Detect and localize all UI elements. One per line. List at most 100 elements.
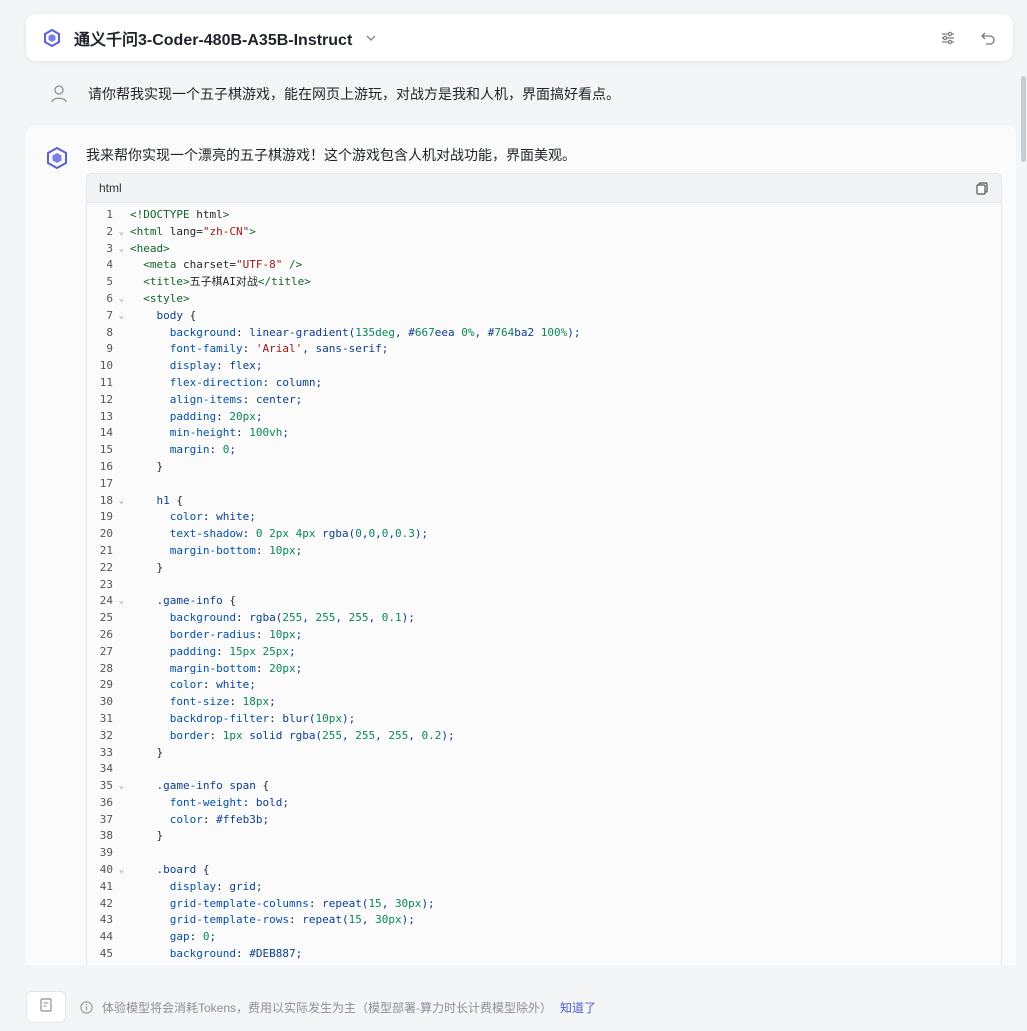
code-text: font-weight: bold; [169, 795, 289, 809]
fold-chevron-icon[interactable]: ⌄ [113, 291, 130, 308]
line-number: 6 [106, 291, 113, 305]
code-line: 26 border-radius: 10px; [87, 627, 1001, 644]
code-line: 25 background: rgba(255, 255, 255, 0.1); [87, 610, 1001, 627]
fold-gutter [113, 476, 130, 493]
code-line: 39 [87, 845, 1001, 862]
line-number: 9 [106, 342, 113, 356]
acknowledge-link[interactable]: 知道了 [560, 999, 596, 1016]
code-text: display: grid; [169, 879, 263, 893]
code-text: text-shadow: 0 2px 4px rgba(0,0,0,0.3); [169, 527, 429, 541]
chevron-down-icon[interactable] [364, 31, 378, 45]
code-line: 45 background: #DEB887; [87, 946, 1001, 963]
code-text: display: flex; [169, 359, 263, 373]
code-text: min-height: 100vh; [169, 426, 289, 440]
settings-sliders-icon[interactable] [939, 29, 957, 47]
line-number: 3 [106, 241, 113, 255]
undo-icon[interactable] [979, 29, 997, 47]
line-number: 23 [99, 577, 113, 591]
code-line: 7 ⌄ body { [87, 308, 1001, 325]
code-text: padding: 20px; [169, 409, 263, 423]
line-number: 19 [99, 510, 113, 524]
line-number: 14 [99, 426, 113, 440]
fold-gutter [113, 761, 130, 778]
code-text: h1 { [156, 493, 184, 507]
fold-gutter [113, 425, 130, 442]
code-text: margin: 0; [169, 443, 236, 457]
code-text: <html lang="zh-CN"> [130, 224, 256, 238]
line-number: 17 [99, 476, 113, 490]
code-line: 35 ⌄ .game-info span { [87, 778, 1001, 795]
code-text: } [130, 459, 164, 473]
line-number: 28 [99, 661, 113, 675]
code-text: .game-info { [156, 594, 236, 608]
fold-chevron-icon[interactable]: ⌄ [113, 778, 130, 795]
document-button[interactable] [26, 991, 66, 1023]
code-text: <title>五子棋AI对战</title> [143, 275, 311, 289]
scrollbar-track[interactable] [1019, 70, 1027, 970]
code-text: } [130, 560, 164, 574]
fold-gutter [113, 543, 130, 560]
line-number: 18 [99, 493, 113, 507]
fold-chevron-icon[interactable]: ⌄ [113, 308, 130, 325]
fold-gutter [113, 812, 130, 829]
code-line: 19 color: white; [87, 509, 1001, 526]
code-line: 3 ⌄ <head> [87, 241, 1001, 258]
header-actions [939, 29, 997, 47]
copy-icon[interactable] [975, 181, 989, 195]
code-line: 12 align-items: center; [87, 392, 1001, 409]
fold-gutter [113, 257, 130, 274]
line-number: 41 [99, 879, 113, 893]
code-line: 8 background: linear-gradient(135deg, #6… [87, 325, 1001, 342]
line-number: 31 [99, 711, 113, 725]
fold-chevron-icon[interactable]: ⌄ [113, 241, 130, 258]
line-number: 39 [99, 846, 113, 860]
code-text: <meta charset="UTF-8" /> [143, 258, 303, 272]
code-line: 16 } [87, 459, 1001, 476]
scrollbar-thumb[interactable] [1021, 76, 1026, 162]
code-text: backdrop-filter: blur(10px); [169, 711, 356, 725]
fold-chevron-icon[interactable]: ⌄ [113, 593, 130, 610]
line-number: 26 [99, 627, 113, 641]
code-text: margin-bottom: 20px; [169, 661, 303, 675]
fold-chevron-icon[interactable]: ⌄ [113, 493, 130, 510]
fold-gutter [113, 828, 130, 845]
chat-header: 通义千问3-Coder-480B-A35B-Instruct [26, 14, 1013, 61]
line-number: 44 [99, 930, 113, 944]
line-number: 30 [99, 695, 113, 709]
line-number: 10 [99, 359, 113, 373]
code-line: 43 grid-template-rows: repeat(15, 30px); [87, 912, 1001, 929]
code-line: 37 color: #ffeb3b; [87, 812, 1001, 829]
line-number: 25 [99, 611, 113, 625]
code-line: 4 <meta charset="UTF-8" /> [87, 257, 1001, 274]
code-line: 1 <!DOCTYPE html> [87, 207, 1001, 224]
fold-chevron-icon[interactable]: ⌄ [113, 224, 130, 241]
code-text: background: rgba(255, 255, 255, 0.1); [169, 611, 415, 625]
code-text: margin-bottom: 10px; [169, 543, 303, 557]
code-line: 20 text-shadow: 0 2px 4px rgba(0,0,0,0.3… [87, 526, 1001, 543]
line-number: 20 [99, 527, 113, 541]
code-line: 40 ⌄ .board { [87, 862, 1001, 879]
fold-gutter [113, 728, 130, 745]
code-line: 14 min-height: 100vh; [87, 425, 1001, 442]
line-number: 13 [99, 409, 113, 423]
line-number: 42 [99, 896, 113, 910]
code-line: 21 margin-bottom: 10px; [87, 543, 1001, 560]
fold-chevron-icon[interactable]: ⌄ [113, 862, 130, 879]
line-number: 36 [99, 795, 113, 809]
code-line: 15 margin: 0; [87, 442, 1001, 459]
code-line: 36 font-weight: bold; [87, 795, 1001, 812]
token-notice: 体验模型将会消耗Tokens，费用以实际发生为主（模型部署-算力时长计费模型除外… [80, 999, 596, 1016]
fold-gutter [113, 358, 130, 375]
code-line: 33 } [87, 745, 1001, 762]
code-line: 38 } [87, 828, 1001, 845]
model-title[interactable]: 通义千问3-Coder-480B-A35B-Instruct [74, 26, 352, 50]
code-text: body { [156, 308, 197, 322]
code-text: border: 1px solid rgba(255, 255, 255, 0.… [169, 728, 455, 742]
qwen-logo-icon [42, 28, 62, 48]
code-line: 29 color: white; [87, 677, 1001, 694]
code-text: <!DOCTYPE html> [130, 208, 230, 221]
line-number: 21 [99, 543, 113, 557]
code-block-header: html [87, 174, 1001, 203]
line-number: 16 [99, 459, 113, 473]
line-number: 38 [99, 829, 113, 843]
